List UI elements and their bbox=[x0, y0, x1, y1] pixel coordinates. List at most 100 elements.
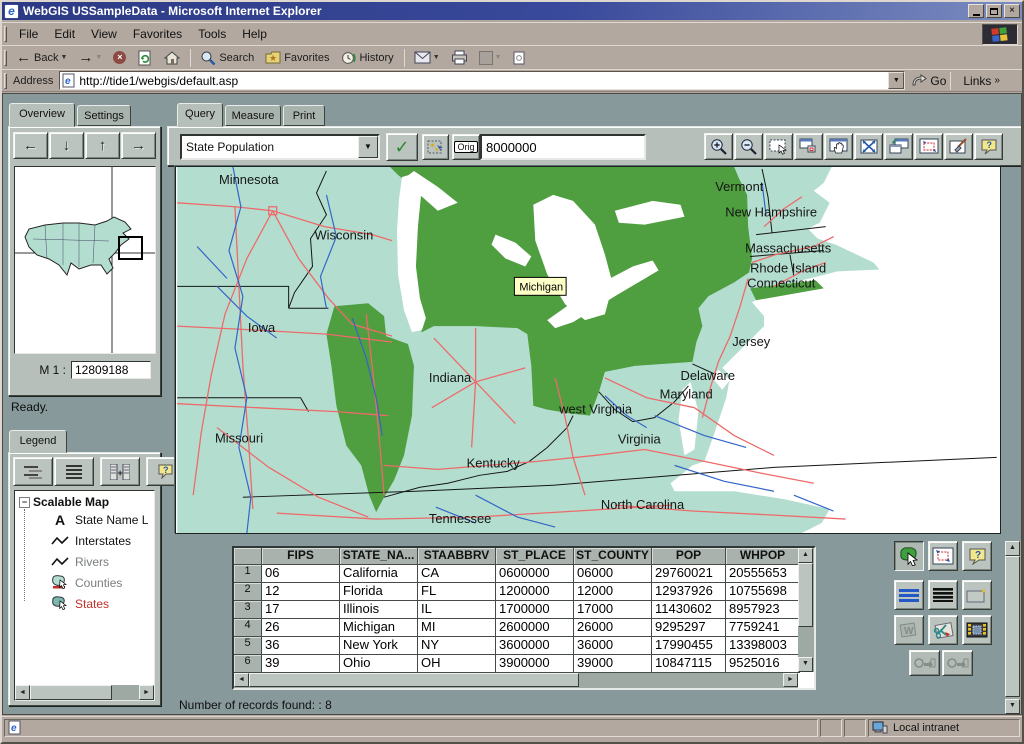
select-feature-button[interactable] bbox=[894, 541, 924, 571]
table-row[interactable]: 3 17 Illinois IL 1700000 17000 11430602 … bbox=[234, 601, 814, 619]
col-header[interactable]: STATE_NA... bbox=[340, 548, 418, 565]
table-row[interactable]: 4 26 Michigan MI 2600000 26000 9295297 7… bbox=[234, 619, 814, 637]
refresh-icon bbox=[137, 50, 153, 66]
menu-edit[interactable]: Edit bbox=[46, 24, 83, 44]
map-help-button[interactable]: ? bbox=[974, 133, 1003, 160]
zoom-to-selected-records-button[interactable] bbox=[928, 541, 958, 571]
layer-select[interactable]: State Population ▼ bbox=[180, 134, 380, 160]
collapse-icon[interactable]: − bbox=[19, 497, 30, 508]
full-extent-button[interactable] bbox=[854, 133, 883, 160]
legend-item-interstates[interactable]: Interstates bbox=[19, 530, 154, 551]
animation-button[interactable] bbox=[962, 615, 992, 645]
table-row[interactable]: 5 36 New York NY 3600000 36000 17990455 … bbox=[234, 637, 814, 655]
restore-button[interactable] bbox=[986, 4, 1002, 18]
query-builder-button[interactable]: ✶✶ bbox=[422, 134, 449, 160]
menu-file[interactable]: File bbox=[11, 24, 46, 44]
map-label-kentucky: Kentucky bbox=[467, 455, 521, 470]
chevron-down-icon[interactable]: ▼ bbox=[358, 136, 378, 158]
pan-north-button[interactable]: ↑ bbox=[85, 132, 120, 159]
intranet-zone-icon bbox=[872, 721, 888, 735]
favorites-button[interactable]: ★ Favorites bbox=[260, 47, 334, 68]
col-header[interactable]: POP bbox=[652, 548, 726, 565]
query-value-input[interactable] bbox=[480, 134, 646, 160]
tab-query[interactable]: Query bbox=[177, 103, 223, 127]
legend-list-button[interactable] bbox=[54, 457, 94, 486]
col-header[interactable]: STAABBRV bbox=[418, 548, 496, 565]
legend-item-counties[interactable]: Counties bbox=[19, 572, 154, 593]
col-header[interactable]: FIPS bbox=[262, 548, 340, 565]
export-icon: W bbox=[899, 622, 919, 638]
forward-button[interactable]: →▼ bbox=[73, 47, 107, 68]
legend-item-state-name[interactable]: A State Name L bbox=[19, 509, 154, 530]
discuss-button[interactable] bbox=[508, 47, 530, 68]
show-all-records-button[interactable] bbox=[928, 580, 958, 610]
zoom-to-selected-button[interactable] bbox=[914, 133, 943, 160]
menu-help[interactable]: Help bbox=[234, 24, 275, 44]
title-bar[interactable]: e WebGIS USSampleData - Microsoft Intern… bbox=[2, 2, 1022, 20]
links-button[interactable]: Links» bbox=[963, 74, 1000, 88]
col-header[interactable]: ST_PLACE bbox=[496, 548, 574, 565]
overview-minimap[interactable] bbox=[14, 166, 156, 354]
m1-input[interactable] bbox=[71, 361, 151, 379]
toolbar-grip[interactable] bbox=[4, 50, 7, 66]
legend-root-node[interactable]: − Scalable Map bbox=[19, 495, 154, 509]
show-selected-records-button[interactable] bbox=[894, 580, 924, 610]
menu-tools[interactable]: Tools bbox=[190, 24, 234, 44]
previous-extent-button[interactable] bbox=[884, 133, 913, 160]
minimize-button[interactable] bbox=[968, 4, 984, 18]
table-hscrollbar[interactable]: ◄ ► bbox=[234, 673, 798, 688]
table-row[interactable]: 1 06 California CA 0600000 06000 2976002… bbox=[234, 565, 814, 583]
edit-button[interactable]: ▼ bbox=[474, 47, 507, 68]
tab-print[interactable]: Print bbox=[283, 105, 325, 126]
zoom-extent-button[interactable] bbox=[794, 133, 823, 160]
pan-east-button[interactable]: → bbox=[121, 132, 156, 159]
frame-vscrollbar[interactable]: ▲ ▼ bbox=[1005, 541, 1022, 714]
tab-settings[interactable]: Settings bbox=[77, 105, 131, 126]
search-button[interactable]: Search bbox=[195, 47, 259, 68]
clear-selection-button[interactable]: ✶ bbox=[962, 580, 992, 610]
address-grip[interactable] bbox=[4, 73, 7, 89]
legend-add-layer-button[interactable]: + bbox=[100, 457, 140, 486]
stop-button[interactable]: × bbox=[108, 47, 131, 68]
tab-measure[interactable]: Measure bbox=[225, 105, 281, 126]
legend-hscrollbar[interactable]: ◄ ► bbox=[15, 685, 154, 700]
table-vscrollbar[interactable]: ▲ ▼ bbox=[798, 548, 814, 672]
map-label-minnesota: Minnesota bbox=[219, 172, 279, 187]
execute-query-button[interactable]: ✓ bbox=[386, 133, 418, 161]
mail-button[interactable]: ▼ bbox=[409, 47, 445, 68]
legend-item-states[interactable]: States bbox=[19, 593, 154, 614]
legend-item-rivers[interactable]: Rivers bbox=[19, 551, 154, 572]
col-header[interactable]: WHPOP bbox=[726, 548, 800, 565]
original-extent-button[interactable]: Orig bbox=[452, 134, 480, 160]
zoom-out-button[interactable] bbox=[734, 133, 763, 160]
results-help-button[interactable]: ? bbox=[962, 541, 992, 571]
address-dropdown-button[interactable]: ▼ bbox=[888, 72, 904, 89]
browser-window: e WebGIS USSampleData - Microsoft Intern… bbox=[0, 0, 1024, 744]
col-header[interactable]: ST_COUNTY bbox=[574, 548, 652, 565]
pan-south-button[interactable]: ↓ bbox=[49, 132, 84, 159]
redraw-button[interactable] bbox=[944, 133, 973, 160]
refresh-button[interactable] bbox=[132, 47, 158, 68]
menu-view[interactable]: View bbox=[83, 24, 125, 44]
map-view[interactable]: Minnesota Wisconsin Iowa Missouri Indian… bbox=[175, 166, 1001, 534]
print-button[interactable] bbox=[446, 47, 473, 68]
back-button[interactable]: ← Back▼ bbox=[11, 47, 72, 68]
pan-button[interactable] bbox=[824, 133, 853, 160]
home-button[interactable] bbox=[159, 47, 185, 68]
legend-expand-button[interactable] bbox=[13, 457, 53, 486]
table-row[interactable]: 6 39 Ohio OH 3900000 39000 10847115 9525… bbox=[234, 655, 814, 673]
tab-overview[interactable]: Overview bbox=[9, 103, 75, 127]
menu-grip[interactable] bbox=[4, 26, 7, 42]
history-button[interactable]: History bbox=[335, 47, 398, 68]
go-button[interactable]: Go bbox=[911, 74, 946, 88]
zoom-in-button[interactable] bbox=[704, 133, 733, 160]
table-row[interactable]: 2 12 Florida FL 1200000 12000 12937926 1… bbox=[234, 583, 814, 601]
spatial-query-button[interactable] bbox=[928, 615, 958, 645]
menu-favorites[interactable]: Favorites bbox=[125, 24, 190, 44]
address-input[interactable]: e http://tide1/webgis/default.asp ▼ bbox=[59, 71, 905, 90]
close-button[interactable]: × bbox=[1004, 4, 1020, 18]
tab-legend[interactable]: Legend bbox=[9, 430, 67, 453]
page-icon bbox=[513, 51, 525, 65]
pan-west-button[interactable]: ← bbox=[13, 132, 48, 159]
zoom-box-button[interactable] bbox=[764, 133, 793, 160]
